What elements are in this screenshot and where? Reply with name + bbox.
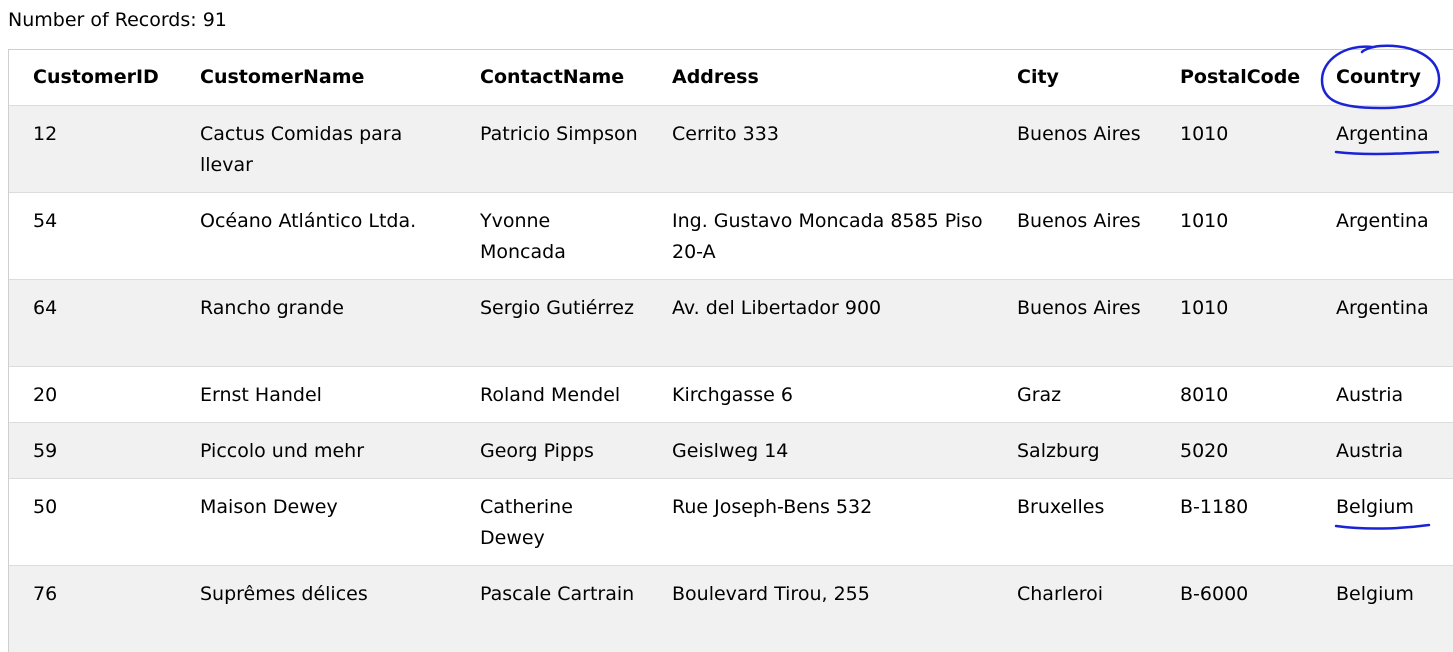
- table-row: 76 Suprêmes délices Pascale Cartrain Bou…: [9, 565, 1453, 652]
- cell-customerid: 12: [33, 122, 58, 145]
- cell-contactname: Sergio Gutiérrez: [480, 296, 634, 319]
- table-row: 12 Cactus Comidas para llevar Patricio S…: [9, 105, 1453, 192]
- cell-contactname: Roland Mendel: [480, 383, 621, 406]
- cell-address: Av. del Libertador 900: [672, 296, 882, 319]
- customers-table: CustomerID CustomerName ContactName Addr…: [9, 50, 1453, 652]
- cell-city: Buenos Aires: [1017, 209, 1141, 232]
- cell-contactname: Georg Pipps: [480, 439, 594, 462]
- record-count: Number of Records: 91: [8, 9, 227, 31]
- cell-customername: Ernst Handel: [200, 383, 322, 406]
- cell-customername: Océano Atlántico Ltda.: [200, 209, 417, 232]
- cell-contactname: Catherine Dewey: [480, 495, 573, 549]
- cell-postalcode: B-1180: [1180, 495, 1249, 518]
- cell-address: Kirchgasse 6: [672, 383, 793, 406]
- table-row: 20 Ernst Handel Roland Mendel Kirchgasse…: [9, 366, 1453, 422]
- table-row: 64 Rancho grande Sergio Gutiérrez Av. de…: [9, 279, 1453, 366]
- cell-postalcode: 5020: [1180, 439, 1229, 462]
- cell-country: Austria: [1336, 383, 1404, 406]
- cell-contactname: Yvonne Moncada: [480, 209, 566, 263]
- cell-postalcode: 1010: [1180, 209, 1229, 232]
- cell-postalcode: B-6000: [1180, 582, 1249, 605]
- header-contactname: ContactName: [480, 66, 625, 89]
- cell-postalcode: 1010: [1180, 122, 1229, 145]
- cell-address: Geislweg 14: [672, 439, 789, 462]
- cell-city: Buenos Aires: [1017, 122, 1141, 145]
- cell-address: Ing. Gustavo Moncada 8585 Piso 20-A: [672, 209, 983, 263]
- cell-country: Argentina: [1336, 122, 1429, 145]
- header-customerid: CustomerID: [33, 66, 159, 89]
- cell-city: Graz: [1017, 383, 1062, 406]
- cell-customerid: 76: [33, 582, 58, 605]
- cell-customername: Rancho grande: [200, 296, 344, 319]
- cell-contactname: Pascale Cartrain: [480, 582, 635, 605]
- cell-customerid: 59: [33, 439, 58, 462]
- header-address: Address: [672, 66, 759, 89]
- cell-city: Salzburg: [1017, 439, 1100, 462]
- header-country: Country: [1336, 66, 1421, 89]
- cell-customername: Maison Dewey: [200, 495, 338, 518]
- cell-customername: Piccolo und mehr: [200, 439, 365, 462]
- table-row: 54 Océano Atlántico Ltda. Yvonne Moncada…: [9, 192, 1453, 279]
- table-row: 59 Piccolo und mehr Georg Pipps Geislweg…: [9, 422, 1453, 478]
- cell-customername: Cactus Comidas para llevar: [200, 122, 403, 176]
- header-row: CustomerID CustomerName ContactName Addr…: [9, 50, 1453, 105]
- cell-country: Belgium: [1336, 582, 1414, 605]
- header-postalcode: PostalCode: [1180, 66, 1301, 89]
- table-row: 50 Maison Dewey Catherine Dewey Rue Jose…: [9, 478, 1453, 565]
- cell-postalcode: 1010: [1180, 296, 1229, 319]
- cell-country: Austria: [1336, 439, 1404, 462]
- cell-customerid: 54: [33, 209, 58, 232]
- cell-city: Bruxelles: [1017, 495, 1105, 518]
- cell-country: Argentina: [1336, 296, 1429, 319]
- cell-customerid: 64: [33, 296, 58, 319]
- customers-table-wrapper: CustomerID CustomerName ContactName Addr…: [8, 49, 1453, 652]
- cell-city: Charleroi: [1017, 582, 1104, 605]
- cell-postalcode: 8010: [1180, 383, 1229, 406]
- cell-country: Belgium: [1336, 495, 1414, 518]
- cell-customername: Suprêmes délices: [200, 582, 368, 605]
- cell-customerid: 20: [33, 383, 58, 406]
- header-city: City: [1017, 66, 1059, 89]
- cell-country: Argentina: [1336, 209, 1429, 232]
- cell-address: Cerrito 333: [672, 122, 779, 145]
- cell-customerid: 50: [33, 495, 58, 518]
- cell-address: Rue Joseph-Bens 532: [672, 495, 873, 518]
- header-customername: CustomerName: [200, 66, 365, 89]
- cell-city: Buenos Aires: [1017, 296, 1141, 319]
- cell-contactname: Patricio Simpson: [480, 122, 638, 145]
- cell-address: Boulevard Tirou, 255: [672, 582, 870, 605]
